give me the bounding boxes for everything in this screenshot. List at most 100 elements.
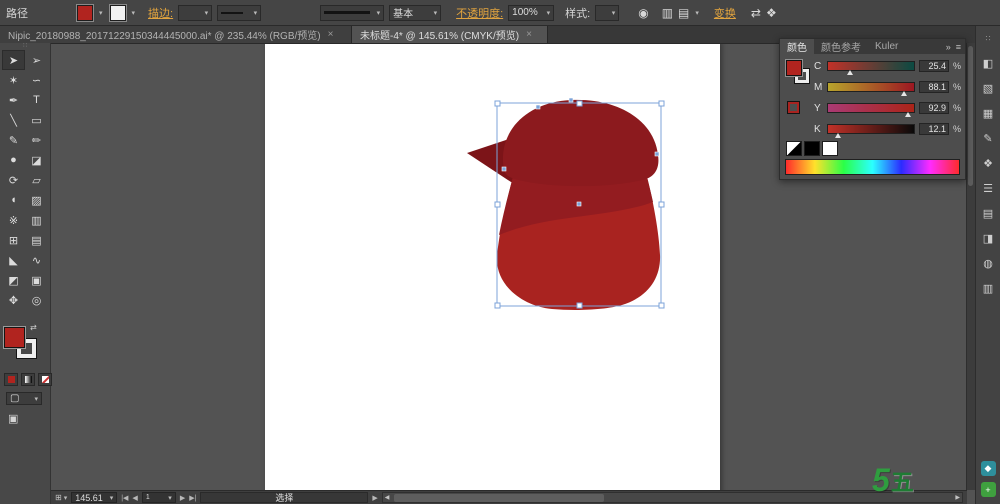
color-guide-panel-icon[interactable]: ▧ xyxy=(979,81,997,96)
black-swatch[interactable] xyxy=(804,141,820,156)
blob-brush-tool[interactable]: ● xyxy=(2,150,25,170)
selection-tool[interactable]: ➤ xyxy=(2,50,25,70)
first-artboard-button[interactable]: |◀ xyxy=(121,494,128,502)
layers-panel-icon[interactable]: ▥ xyxy=(979,281,997,296)
tab-color[interactable]: 颜色 xyxy=(780,39,814,54)
active-stroke-swatch[interactable] xyxy=(788,102,799,113)
vertical-scrollbar-thumb[interactable] xyxy=(968,46,973,186)
selection-handle[interactable] xyxy=(577,101,582,106)
close-icon[interactable]: × xyxy=(328,29,334,40)
extension-app-icon[interactable]: + xyxy=(981,482,996,497)
selection-handle[interactable] xyxy=(577,303,582,308)
vertical-scrollbar[interactable] xyxy=(966,43,975,490)
transform-panel-link[interactable]: 变换 xyxy=(714,5,736,21)
yellow-slider[interactable] xyxy=(827,103,915,113)
black-value-field[interactable]: 12.1 xyxy=(919,123,949,135)
selection-handle[interactable] xyxy=(659,303,664,308)
color-mode-button[interactable] xyxy=(4,373,18,386)
cyan-slider[interactable] xyxy=(827,61,915,71)
gradient-tool[interactable]: ▤ xyxy=(25,230,48,250)
dock-grip-icon[interactable]: ∷ xyxy=(979,31,997,46)
draw-mode-icon[interactable]: ▣ xyxy=(8,412,18,425)
document-tab-active[interactable]: 未标题-4* @ 145.61% (CMYK/预览) × xyxy=(352,26,548,43)
magenta-value-field[interactable]: 88.1 xyxy=(919,81,949,93)
selection-handle[interactable] xyxy=(495,101,500,106)
swap-fill-stroke-icon[interactable]: ⇄ xyxy=(30,323,37,332)
selection-handle[interactable] xyxy=(659,101,664,106)
tab-color-guide[interactable]: 颜色参考 xyxy=(814,39,868,54)
bw-diagonal-swatch[interactable] xyxy=(786,141,802,156)
fill-caret-icon[interactable]: ▾ xyxy=(99,9,103,17)
swatches-panel-icon[interactable]: ▦ xyxy=(979,106,997,121)
direct-selection-tool[interactable]: ➢ xyxy=(25,50,48,70)
anchor-point[interactable] xyxy=(536,105,540,109)
fill-proxy-swatch[interactable] xyxy=(4,327,25,348)
last-artboard-button[interactable]: ▶| xyxy=(189,494,196,502)
stroke-profile-dropdown[interactable]: ▾ xyxy=(320,5,384,21)
scroll-right-icon[interactable]: ▶ xyxy=(955,494,960,501)
fill-color-swatch[interactable] xyxy=(77,5,93,21)
brush-definition-dropdown[interactable]: 基本▾ xyxy=(389,5,441,21)
spectrum-bar[interactable] xyxy=(785,159,960,175)
variable-width-dropdown[interactable]: ▾ xyxy=(217,5,261,21)
sync-app-icon[interactable]: ◆ xyxy=(981,461,996,476)
symbol-sprayer-tool[interactable]: ※ xyxy=(2,210,25,230)
slider-thumb-icon[interactable] xyxy=(835,133,841,138)
brushes-panel-icon[interactable]: ✎ xyxy=(979,131,997,146)
transparency-panel-icon[interactable]: ◨ xyxy=(979,231,997,246)
tools-grip[interactable]: ∷ xyxy=(0,43,50,50)
slider-thumb-icon[interactable] xyxy=(847,70,853,75)
horizontal-scrollbar-thumb[interactable] xyxy=(394,494,604,502)
artwork-head[interactable] xyxy=(503,100,658,186)
opacity-panel-link[interactable]: 不透明度: xyxy=(456,5,503,21)
scroll-left-icon[interactable]: ◀ xyxy=(385,494,390,501)
blend-tool[interactable]: ∿ xyxy=(25,250,48,270)
type-tool[interactable]: T xyxy=(25,90,48,110)
slider-thumb-icon[interactable] xyxy=(901,91,907,96)
stroke-caret-icon[interactable]: ▾ xyxy=(132,9,136,17)
tab-kuler[interactable]: Kuler xyxy=(868,39,905,54)
none-mode-button[interactable] xyxy=(38,373,52,386)
zoom-tool[interactable]: ◎ xyxy=(25,290,48,310)
selection-handle[interactable] xyxy=(659,202,664,207)
distribute-icon[interactable]: ▤ xyxy=(678,6,689,20)
opacity-field[interactable]: 100%▾ xyxy=(508,5,554,21)
live-paint-bucket-tool[interactable]: ◩ xyxy=(2,270,25,290)
live-paint-selection-tool[interactable]: ▣ xyxy=(25,270,48,290)
mesh-tool[interactable]: ⊞ xyxy=(2,230,25,250)
yellow-value-field[interactable]: 92.9 xyxy=(919,102,949,114)
slider-thumb-icon[interactable] xyxy=(905,112,911,117)
recolor-artwork-icon[interactable]: ◉ xyxy=(638,6,648,20)
paintbrush-tool[interactable]: ✎ xyxy=(2,130,25,150)
options-icon[interactable]: ❖ xyxy=(766,6,777,20)
pencil-tool[interactable]: ✏ xyxy=(25,130,48,150)
style-dropdown[interactable]: ▾ xyxy=(595,5,619,21)
gradient-mode-button[interactable] xyxy=(21,373,35,386)
selection-handle[interactable] xyxy=(495,202,500,207)
symbols-panel-icon[interactable]: ❖ xyxy=(979,156,997,171)
lasso-tool[interactable]: ∽ xyxy=(25,70,48,90)
magic-wand-tool[interactable]: ✶ xyxy=(2,70,25,90)
prev-artboard-button[interactable]: ◀ xyxy=(132,494,137,502)
rectangle-tool[interactable]: ▭ xyxy=(25,110,48,130)
anchor-point[interactable] xyxy=(502,167,506,171)
line-segment-tool[interactable]: ╲ xyxy=(2,110,25,130)
selection-center-point[interactable] xyxy=(577,202,581,206)
color-panel-icon[interactable]: ◧ xyxy=(979,56,997,71)
hand-tool[interactable]: ✥ xyxy=(2,290,25,310)
white-swatch[interactable] xyxy=(822,141,838,156)
scale-tool[interactable]: ▱ xyxy=(25,170,48,190)
align-icon[interactable]: ▥ xyxy=(662,6,673,20)
stroke-panel-link[interactable]: 描边: xyxy=(148,5,173,21)
close-icon[interactable]: × xyxy=(526,29,532,40)
document-tab-inactive[interactable]: Nipic_20180988_20171229150344445000.ai* … xyxy=(0,26,352,43)
collapse-panel-icon[interactable]: » xyxy=(946,42,951,52)
free-transform-tool[interactable]: ▨ xyxy=(25,190,48,210)
anchor-point[interactable] xyxy=(569,98,573,102)
cyan-value-field[interactable]: 25.4 xyxy=(919,60,949,72)
stroke-panel-icon[interactable]: ☰ xyxy=(979,181,997,196)
panel-fill-swatch[interactable] xyxy=(786,60,802,76)
status-flyout-icon[interactable]: ▶ xyxy=(372,494,377,502)
magenta-slider[interactable] xyxy=(827,82,915,92)
rotate-tool[interactable]: ⟳ xyxy=(2,170,25,190)
